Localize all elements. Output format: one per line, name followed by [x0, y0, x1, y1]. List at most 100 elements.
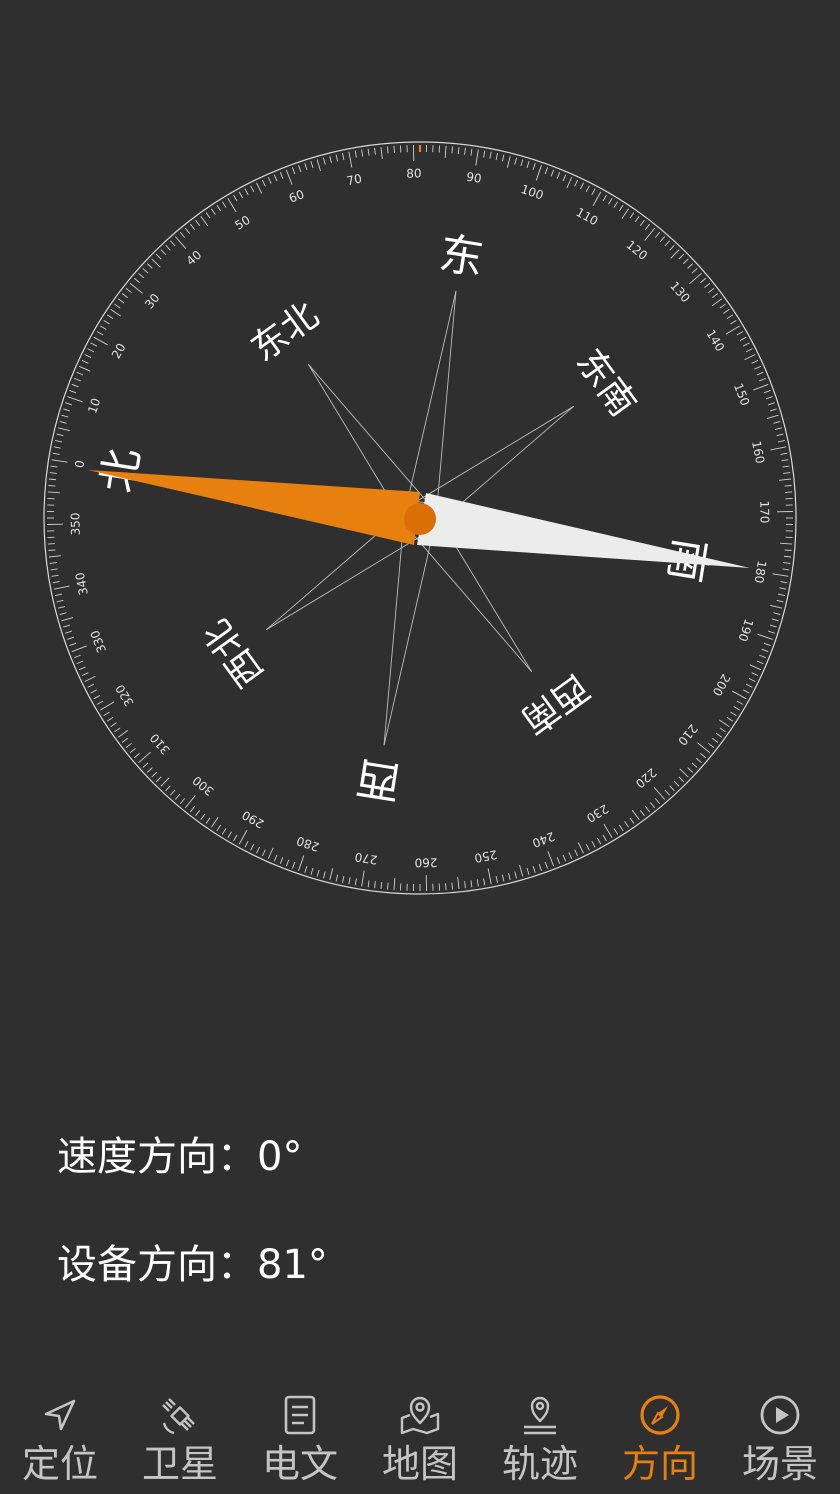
compass-tick: [200, 215, 209, 227]
nav-item-scene[interactable]: 场景: [720, 1380, 840, 1494]
compass-tick: [654, 231, 661, 238]
compass-tick: [776, 599, 784, 603]
compass-tick: [475, 149, 479, 166]
nav-item-direction[interactable]: 方向: [600, 1380, 720, 1494]
nav-label-message: 电文: [261, 1442, 338, 1486]
compass-tick: [769, 408, 777, 412]
compass-tick: [495, 875, 498, 883]
compass-tick: [190, 806, 196, 813]
compass-tick: [238, 191, 243, 199]
compass-tick: [304, 865, 308, 873]
compass-tick: [310, 161, 314, 169]
compass-rose-line: [266, 530, 430, 631]
compass-tick: [165, 785, 171, 792]
compass-tick: [56, 433, 64, 437]
compass-tick: [146, 767, 153, 773]
compass-tick: [520, 159, 524, 167]
compass-tick: [682, 258, 689, 265]
compass-tick: [765, 396, 773, 400]
compass-tick: [329, 868, 334, 881]
compass-tick: [310, 867, 314, 875]
compass-tick: [495, 153, 498, 161]
compass-tick: [110, 722, 117, 727]
compass-tick: [689, 272, 702, 285]
compass-tick: [76, 660, 84, 665]
compass-tick: [53, 446, 61, 449]
compass-tick: [644, 227, 656, 241]
compass-tick: [759, 654, 767, 659]
compass-tick: [279, 857, 284, 865]
compass-tick: [526, 867, 530, 875]
nav-item-location[interactable]: 定位: [0, 1380, 120, 1494]
compass-tick: [221, 828, 227, 835]
compass-tick: [50, 568, 58, 571]
compass-degree-label: 160: [749, 440, 767, 465]
compass-tick: [129, 282, 143, 294]
compass-tick: [767, 402, 775, 406]
compass-tick: [629, 817, 635, 824]
compass-tick: [67, 636, 75, 640]
compass-tick: [771, 618, 779, 622]
compass-tick: [639, 810, 645, 817]
direction-label-northeast: 东北: [244, 295, 326, 370]
compass-tick: [782, 465, 790, 468]
compass-degree-label: 320: [113, 682, 137, 709]
compass-tick: [179, 231, 186, 238]
compass-tick: [227, 198, 237, 213]
compass-tick: [562, 174, 567, 182]
compass-tick: [742, 689, 750, 694]
nav-item-satellite[interactable]: 卫星: [120, 1380, 240, 1494]
compass-tick: [783, 555, 792, 558]
compass-tick: [354, 150, 357, 158]
compass-tick: [211, 208, 216, 215]
nav-item-track[interactable]: 轨迹: [480, 1380, 600, 1494]
compass-tick: [49, 472, 57, 474]
compass-tick: [93, 336, 108, 346]
compass-degree-label: 210: [675, 721, 700, 748]
compass-tick: [250, 185, 255, 193]
compass-tick: [81, 672, 89, 677]
compass-tick: [250, 843, 255, 851]
document-icon: [277, 1392, 323, 1438]
direction-label-southwest: 西南: [514, 666, 596, 741]
compass-tick: [562, 854, 567, 862]
compass-tick: [597, 837, 602, 845]
compass-tick: [519, 864, 524, 877]
compass-tick: [487, 868, 492, 885]
compass-tick: [138, 272, 145, 279]
compass-tick: [766, 414, 779, 419]
compass-tick: [195, 219, 201, 226]
compass-tick: [763, 642, 771, 646]
compass-tick: [90, 689, 98, 694]
compass-degree-label: 120: [623, 238, 650, 263]
compass-tick: [751, 359, 759, 364]
compass-tick: [742, 342, 750, 347]
compass-tick: [669, 785, 675, 792]
compass-degree-label: 0: [72, 459, 87, 469]
compass-degree-label: 350: [68, 512, 82, 535]
compass-tick: [53, 585, 70, 590]
compass-tick: [387, 882, 389, 890]
compass-tick: [669, 244, 675, 251]
compass-tick: [700, 277, 707, 284]
compass-tick: [464, 881, 466, 889]
compass-tick: [592, 191, 602, 206]
compass-tick: [151, 258, 161, 268]
compass-tick: [532, 865, 536, 873]
nav-item-message[interactable]: 电文: [240, 1380, 360, 1494]
compass-tick: [781, 459, 789, 462]
compass-tick: [470, 880, 473, 888]
compass-degree-label: 340: [73, 571, 91, 596]
compass-tick: [106, 314, 114, 320]
nav-item-map[interactable]: 地图: [360, 1380, 480, 1494]
compass-tick: [129, 747, 136, 754]
nav-label-location: 定位: [21, 1442, 98, 1486]
compass-tick: [761, 648, 769, 653]
compass-degree-label: 70: [345, 171, 363, 188]
compass-tick: [501, 154, 505, 162]
compass-tick: [133, 277, 140, 284]
compass-degree-label: 150: [731, 381, 752, 407]
compass-tick: [233, 194, 238, 202]
compass-tick: [79, 365, 91, 372]
compass-tick: [736, 331, 744, 336]
